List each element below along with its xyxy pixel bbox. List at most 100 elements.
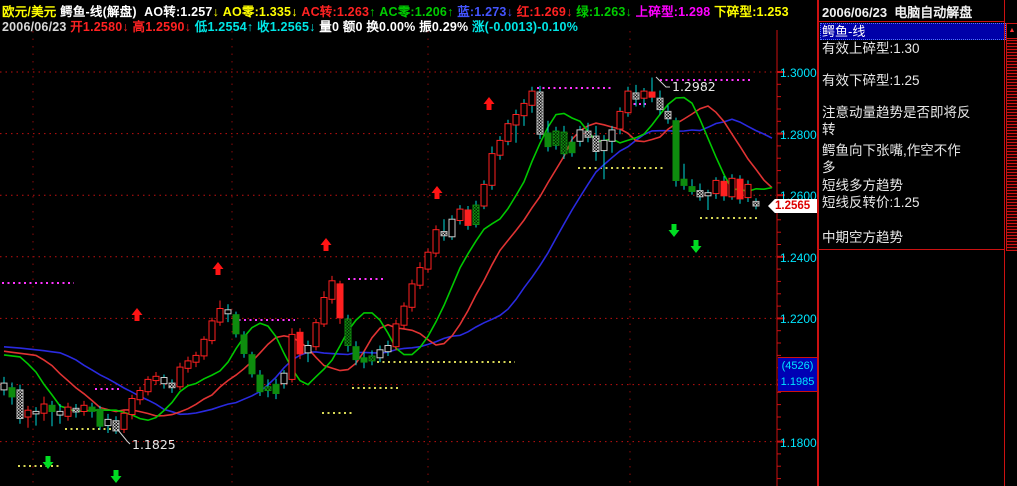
candle — [568, 141, 576, 154]
candle — [464, 209, 472, 226]
candle — [480, 183, 488, 207]
ohlc-value-segment-3: 高1.2590 — [128, 20, 185, 34]
axis-cursor-box: (4526) 1.1985 — [778, 357, 817, 392]
candle — [592, 135, 600, 153]
indicator-value-segment-17: 下碎型:1.253 — [710, 5, 789, 19]
candle — [352, 346, 360, 361]
candle — [616, 110, 624, 130]
candle — [624, 90, 632, 114]
candle — [40, 403, 48, 414]
candle — [264, 386, 272, 391]
panel-divider-top — [819, 21, 1005, 22]
candle — [368, 355, 376, 362]
buy-signal-arrow-icon — [320, 238, 332, 251]
cursor-box-pips: (4526) — [781, 360, 814, 372]
candle — [728, 177, 736, 198]
panel-item-1: 有效下碎型:1.25 — [822, 73, 920, 88]
candle — [48, 404, 56, 412]
candle — [440, 231, 448, 237]
candle — [216, 308, 224, 323]
candle — [120, 412, 128, 430]
candle — [360, 357, 368, 363]
buy-signal-arrow-icon — [431, 186, 443, 199]
panel-item-6: 中期空方趋势 — [822, 230, 903, 245]
candle — [528, 90, 536, 106]
panel-item-4: 短线多方趋势 — [822, 178, 903, 193]
candle — [256, 374, 264, 393]
scrollbar-track[interactable] — [1006, 39, 1017, 251]
candle — [0, 382, 8, 391]
scroll-up-button[interactable]: ▲ — [1006, 23, 1017, 39]
axis-label-1.1800: 1.1800 — [780, 436, 817, 450]
panel-selected-item[interactable]: 鳄鱼-线 — [820, 23, 1006, 40]
candle — [104, 418, 112, 427]
candle — [600, 139, 608, 152]
candle — [136, 390, 144, 401]
candle — [288, 333, 296, 380]
auto-analysis-panel: 2006/06/23 电脑自动解盘 鳄鱼-线 有效上碎型:1.30 有效下碎型:1… — [817, 0, 1017, 486]
candle — [400, 305, 408, 326]
candle — [32, 410, 40, 415]
candle — [560, 131, 568, 155]
indicator-value-segment-14: 绿:1.263 — [572, 5, 626, 19]
candle — [704, 192, 712, 197]
candle — [24, 409, 32, 418]
buy-signal-arrow-icon — [483, 97, 495, 110]
candle — [648, 91, 656, 98]
ohlc-value-segment-9: 量0 额0 换0.00% 振0.29% — [315, 20, 472, 34]
candle — [416, 267, 424, 286]
candle — [688, 186, 696, 193]
ohlc-value-segment-7: 收1.2565 — [253, 20, 310, 34]
candle — [128, 398, 136, 415]
candle — [696, 190, 704, 198]
panel-scrollbar[interactable]: ▲ — [1006, 23, 1017, 251]
sell-signal-arrow-icon — [690, 240, 702, 253]
candle — [64, 406, 72, 417]
candle — [504, 123, 512, 142]
candle — [56, 410, 64, 416]
candle — [312, 322, 320, 348]
candle — [72, 407, 80, 413]
candle — [712, 179, 720, 195]
candle — [496, 139, 504, 156]
svg-text:1.1825: 1.1825 — [132, 437, 176, 452]
buy-signal-arrow-icon — [131, 308, 143, 321]
buy-signal-arrow-icon — [212, 262, 224, 275]
candle — [736, 178, 744, 200]
candle — [304, 345, 312, 354]
candle — [168, 382, 176, 389]
candle — [656, 97, 664, 111]
candle — [608, 129, 616, 142]
candle — [280, 372, 288, 385]
panel-item-5: 短线反转价:1.25 — [822, 195, 920, 210]
sell-signal-arrow-icon — [668, 224, 680, 237]
candle — [672, 120, 680, 181]
candle — [200, 338, 208, 357]
candle — [456, 208, 464, 222]
candle — [16, 389, 24, 419]
candle — [752, 200, 760, 207]
candle — [96, 408, 104, 427]
candle — [8, 387, 16, 398]
candle — [192, 354, 200, 363]
candle — [424, 251, 432, 270]
ohlc-value-segment-5: 低1.2554 — [191, 20, 247, 34]
candle — [544, 132, 552, 148]
panel-header: 2006/06/23 电脑自动解盘 — [822, 5, 973, 20]
sell-signal-arrow-icon — [110, 470, 122, 483]
candle — [320, 297, 328, 325]
candle — [632, 92, 640, 100]
candle — [176, 366, 184, 388]
candle — [720, 180, 728, 197]
candle — [408, 283, 416, 308]
axis-label-1.2800: 1.2800 — [780, 128, 817, 142]
info-bar: 欧元/美元 鳄鱼-线(解盘) AO转:1.257↓ AO零:1.335↓ AC转… — [0, 0, 817, 34]
candle — [576, 129, 584, 142]
indicator-value-segment-16: 上碎型:1.298 — [632, 5, 711, 19]
candle — [432, 229, 440, 254]
candle — [184, 360, 192, 369]
candle — [224, 309, 232, 315]
panel-item-0: 有效上碎型:1.30 — [822, 41, 920, 56]
candle — [344, 318, 352, 346]
candle — [392, 323, 400, 348]
